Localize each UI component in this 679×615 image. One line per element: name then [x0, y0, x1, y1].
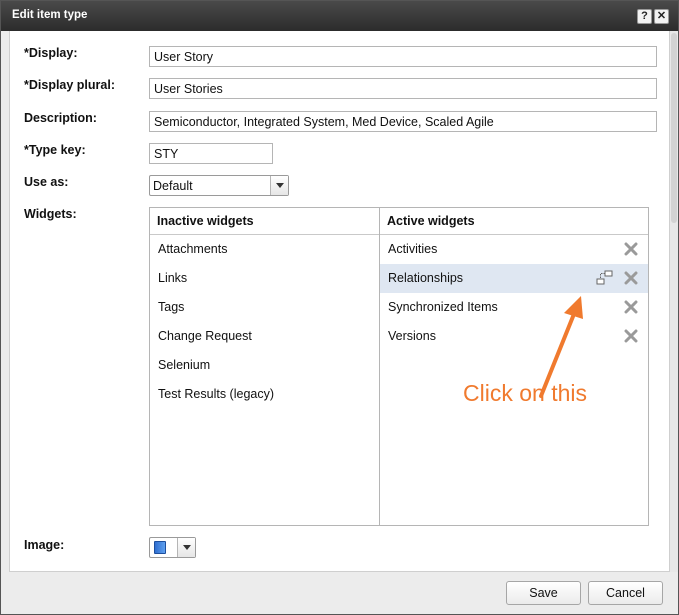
widget-label: Selenium — [158, 358, 211, 372]
chevron-down-icon[interactable] — [270, 176, 288, 195]
dialog-footer: Save Cancel — [1, 573, 678, 614]
active-widget-item[interactable]: Activities — [380, 235, 648, 264]
display-field[interactable]: User Story — [149, 46, 657, 67]
dialog-titlebar[interactable]: Edit item type ? ✕ — [1, 1, 678, 31]
widgets-label: Widgets: — [24, 207, 77, 221]
display-plural-label: *Display plural: — [24, 78, 115, 92]
inactive-widget-item[interactable]: Links — [150, 264, 379, 293]
active-widgets-list: Active widgets Activities Relationships … — [380, 208, 648, 525]
widget-label: Versions — [388, 329, 436, 343]
inactive-widgets-header: Inactive widgets — [150, 208, 379, 235]
inactive-widget-item[interactable]: Change Request — [150, 322, 379, 351]
image-label: Image: — [24, 538, 65, 552]
help-button[interactable]: ? — [637, 9, 652, 24]
inactive-widgets-list: Inactive widgets Attachments Links Tags … — [150, 208, 380, 525]
image-select[interactable] — [149, 537, 196, 558]
active-widgets-header: Active widgets — [380, 208, 648, 235]
widget-label: Tags — [158, 300, 185, 314]
active-widget-item[interactable]: Synchronized Items — [380, 293, 648, 322]
close-button[interactable]: ✕ — [654, 9, 669, 24]
active-widget-item-selected[interactable]: Relationships — [380, 264, 648, 293]
chevron-down-icon[interactable] — [177, 538, 195, 557]
dialog-title: Edit item type — [12, 9, 88, 21]
type-key-field[interactable]: STY — [149, 143, 273, 164]
type-key-label: *Type key: — [24, 143, 86, 157]
scrollbar-thumb[interactable] — [671, 33, 677, 223]
display-label: *Display: — [24, 46, 78, 60]
description-field[interactable]: Semiconductor, Integrated System, Med De… — [149, 111, 657, 132]
description-label: Description: — [24, 111, 97, 125]
use-as-value: Default — [153, 179, 193, 193]
widget-label: Activities — [388, 242, 438, 256]
relationship-settings-icon[interactable] — [596, 270, 613, 286]
inactive-widget-item[interactable]: Selenium — [150, 351, 379, 380]
use-as-label: Use as: — [24, 175, 69, 189]
remove-x-icon[interactable] — [624, 242, 638, 256]
widget-label: Links — [158, 271, 188, 285]
widget-label: Synchronized Items — [388, 300, 498, 314]
widget-label: Change Request — [158, 329, 252, 343]
inactive-widget-item[interactable]: Test Results (legacy) — [150, 380, 379, 409]
display-plural-field[interactable]: User Stories — [149, 78, 657, 99]
inactive-widget-item[interactable]: Tags — [150, 293, 379, 322]
widget-label: Relationships — [388, 271, 464, 285]
annotation-arrow-icon — [539, 296, 583, 398]
widget-label: Test Results (legacy) — [158, 387, 275, 401]
use-as-select[interactable]: Default — [149, 175, 289, 196]
inactive-widget-item[interactable]: Attachments — [150, 235, 379, 264]
remove-x-icon[interactable] — [624, 271, 638, 285]
cancel-button[interactable]: Cancel — [588, 581, 663, 605]
remove-x-icon[interactable] — [624, 329, 638, 343]
remove-x-icon[interactable] — [624, 300, 638, 314]
widget-label: Attachments — [158, 242, 228, 256]
active-widget-item[interactable]: Versions — [380, 322, 648, 351]
scrollbar[interactable] — [670, 31, 678, 572]
edit-item-type-dialog: Edit item type ? ✕ *Display: User Story … — [0, 0, 679, 615]
save-button[interactable]: Save — [506, 581, 581, 605]
book-icon — [154, 541, 166, 554]
